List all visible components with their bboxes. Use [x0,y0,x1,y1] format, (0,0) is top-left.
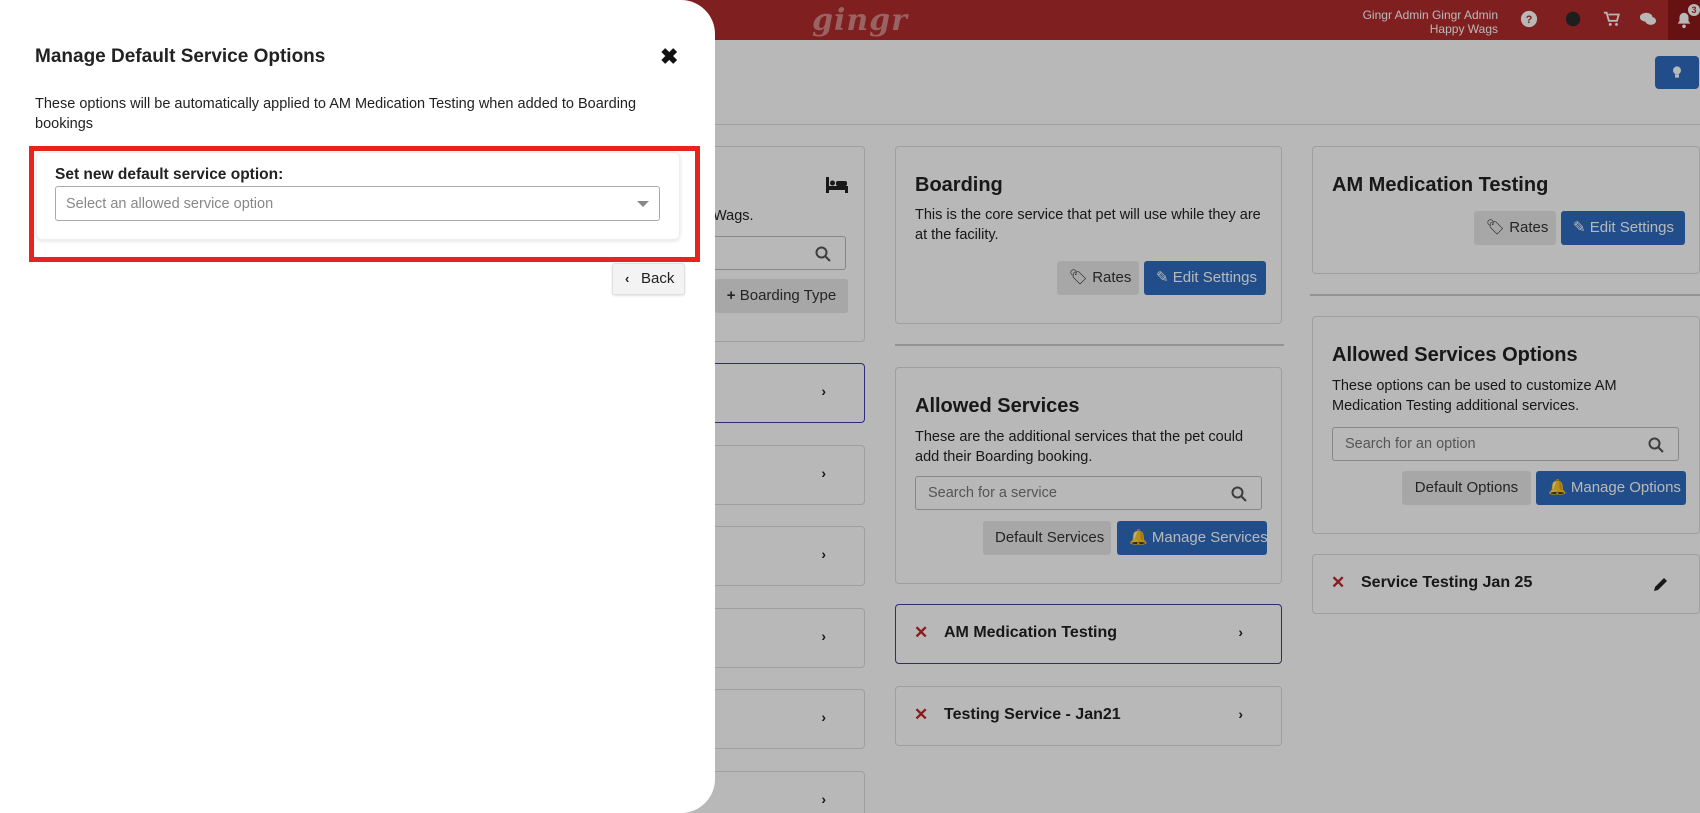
modal-description: These options will be automatically appl… [35,96,637,132]
manage-default-service-options-modal: Manage Default Service Options ✖ These o… [0,0,715,813]
highlight-box [29,146,700,262]
back-button[interactable]: ‹ Back [612,263,685,295]
chevron-left-icon: ‹ [625,271,630,286]
back-button-label: Back [641,270,675,287]
modal-title: Manage Default Service Options [35,46,326,67]
close-icon[interactable]: ✖ [660,44,678,70]
